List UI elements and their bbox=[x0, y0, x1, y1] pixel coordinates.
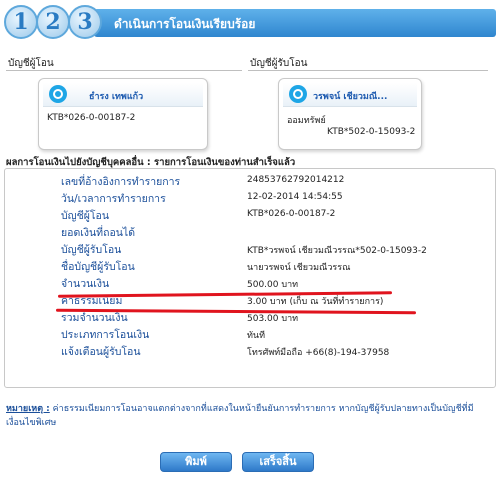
page-title: ดำเนินการโอนเงินเรียบร้อย bbox=[114, 17, 256, 31]
available-balance-label: ยอดเงินที่ถอนได้ bbox=[61, 227, 136, 239]
from-account-row-value: KTB*026-0-00187-2 bbox=[247, 209, 336, 219]
to-account-row-label: บัญชีผู้รับโอน bbox=[61, 244, 122, 256]
transfer-type-value: ทันที bbox=[247, 331, 266, 341]
from-account-number: KTB*026-0-00187-2 bbox=[47, 113, 136, 123]
step-2-circle: 2 bbox=[36, 5, 70, 39]
to-account-label: บัญชีผู้รับโอน bbox=[250, 58, 308, 69]
step-1-circle: 1 bbox=[4, 5, 38, 39]
done-button[interactable]: เสร็จสิ้น bbox=[242, 452, 314, 472]
recipient-name-value: นายวรพจน์ เชียวมณีวรรณ bbox=[247, 263, 351, 273]
step-3-circle: 3 bbox=[68, 5, 102, 39]
to-account-number: KTB*502-0-15093-2 bbox=[327, 127, 416, 137]
krungthai-bank-logo-icon bbox=[49, 85, 67, 103]
print-button[interactable]: พิมพ์ bbox=[160, 452, 232, 472]
transaction-datetime-value: 12-02-2014 14:54:55 bbox=[247, 192, 343, 202]
krungthai-bank-logo-icon bbox=[289, 85, 307, 103]
to-account-card: วรพจน์ เชียวมณี... ออมทรัพย์ KTB*502-0-1… bbox=[278, 78, 422, 150]
from-account-owner: ธำรง เทพแก้ว bbox=[89, 92, 144, 102]
note-text: ค่าธรรมเนียมการโอนอาจแตกต่างจากที่แสดงใน… bbox=[6, 404, 474, 428]
note-label: หมายเหตุ : bbox=[6, 404, 50, 414]
transfer-type-label: ประเภทการโอนเงิน bbox=[61, 329, 150, 341]
reference-number-label: เลขที่อ้างอิงการทำรายการ bbox=[61, 176, 181, 188]
transfer-details-box: เลขที่อ้างอิงการทำรายการ 248537627920142… bbox=[4, 168, 496, 388]
to-account-type: ออมทรัพย์ bbox=[287, 116, 326, 126]
notify-recipient-value: โทรศัพท์มือถือ +66(8)-194-37958 bbox=[247, 348, 390, 358]
to-account-row-value: KTB*วรพจน์ เชียวมณีวรรณ*502-0-15093-2 bbox=[247, 246, 427, 256]
fee-value: 3.00 บาท (เก็บ ณ วันที่ทำรายการ) bbox=[247, 297, 384, 307]
from-account-card-header: ธำรง เทพแก้ว bbox=[43, 83, 203, 107]
amount-value: 500.00 บาท bbox=[247, 280, 299, 290]
note: หมายเหตุ : ค่าธรรมเนียมการโอนอาจแตกต่างจ… bbox=[6, 402, 496, 430]
amount-label: จำนวนเงิน bbox=[61, 278, 110, 290]
from-account-label: บัญชีผู้โอน bbox=[8, 58, 54, 69]
to-account-card-header: วรพจน์ เชียวมณี... bbox=[283, 83, 417, 107]
from-account-divider bbox=[6, 70, 242, 71]
reference-number-value: 24853762792014212 bbox=[247, 175, 345, 185]
to-account-divider bbox=[248, 70, 488, 71]
from-account-card: ธำรง เทพแก้ว KTB*026-0-00187-2 bbox=[38, 78, 208, 150]
from-account-row-label: บัญชีผู้โอน bbox=[61, 210, 110, 222]
to-account-owner: วรพจน์ เชียวมณี... bbox=[313, 92, 388, 102]
step-header: 1 2 3 ดำเนินการโอนเงินเรียบร้อย bbox=[4, 5, 496, 39]
transaction-datetime-label: วัน/เวลาการทำรายการ bbox=[61, 193, 166, 205]
recipient-name-label: ชื่อบัญชีผู้รับโอน bbox=[61, 261, 135, 273]
notify-recipient-label: แจ้งเตือนผู้รับโอน bbox=[61, 346, 141, 358]
